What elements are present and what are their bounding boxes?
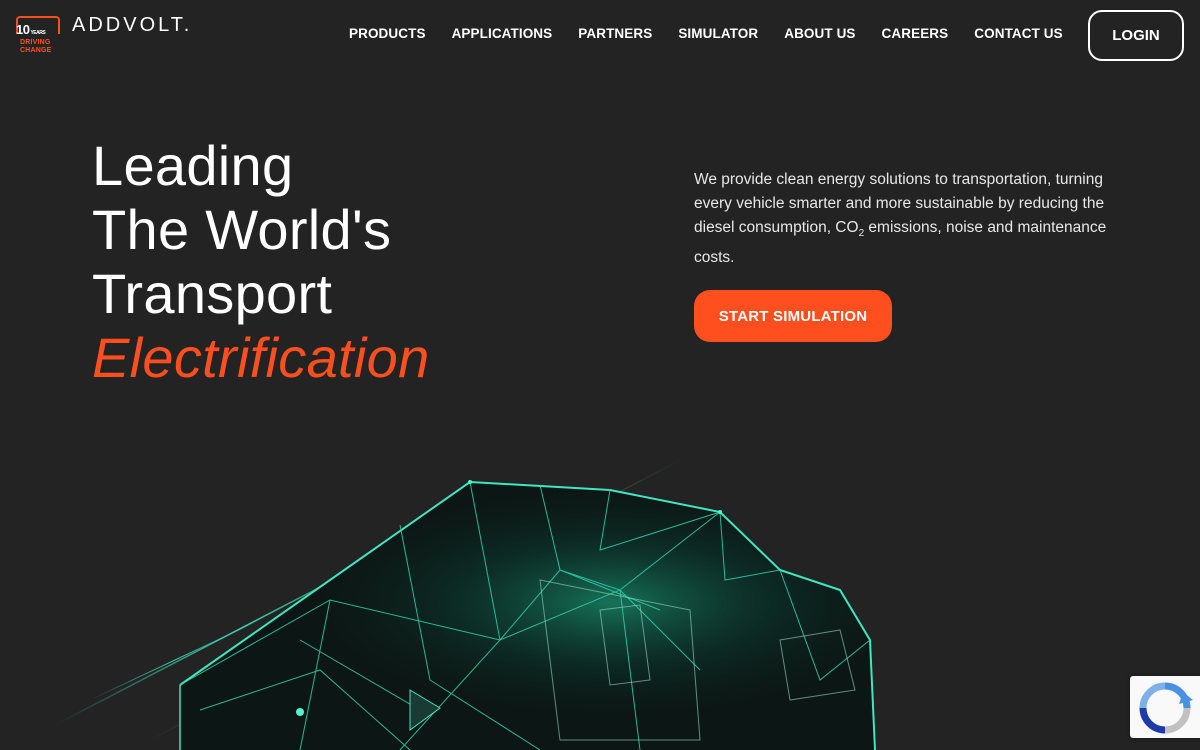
recaptcha-badge[interactable]: [1130, 676, 1200, 738]
login-button[interactable]: LOGIN: [1088, 10, 1184, 61]
nav-about-us[interactable]: ABOUT US: [784, 26, 855, 44]
nav-simulator[interactable]: SIMULATOR: [678, 26, 758, 44]
main-nav: PRODUCTS APPLICATIONS PARTNERS SIMULATOR…: [336, 26, 1089, 44]
recaptcha-icon: [1139, 682, 1193, 734]
hero-description: We provide clean energy solutions to tra…: [694, 168, 1114, 270]
nav-partners[interactable]: PARTNERS: [578, 26, 652, 44]
nav-applications[interactable]: APPLICATIONS: [452, 26, 553, 44]
headline-accent: Electrification: [92, 326, 430, 389]
nav-contact-us[interactable]: CONTACT US: [974, 26, 1063, 44]
badge-driving: DRIVING: [20, 39, 51, 46]
headline-line-1: Leading: [92, 134, 294, 197]
ten-years-badge: 10YEARS DRIVING CHANGE: [16, 16, 62, 56]
truck-illustration: [54, 459, 876, 750]
badge-number: 10YEARS: [16, 22, 46, 37]
nav-products[interactable]: PRODUCTS: [349, 26, 426, 44]
badge-change: CHANGE: [20, 47, 52, 54]
addvolt-logo[interactable]: 10YEARS DRIVING CHANGE ADDVOLT.: [16, 14, 226, 58]
nav-careers[interactable]: CAREERS: [882, 26, 949, 44]
hero-headline: Leading The World's Transport Electrific…: [92, 134, 430, 390]
brand-wordmark: ADDVOLT.: [72, 14, 193, 36]
headline-line-2: The World's: [92, 198, 392, 261]
headline-line-3: Transport: [92, 262, 333, 325]
badge-years: YEARS: [30, 30, 46, 36]
site-header: 10YEARS DRIVING CHANGE ADDVOLT. PRODUCTS…: [0, 0, 1200, 72]
start-simulation-button[interactable]: START SIMULATION: [694, 290, 892, 342]
